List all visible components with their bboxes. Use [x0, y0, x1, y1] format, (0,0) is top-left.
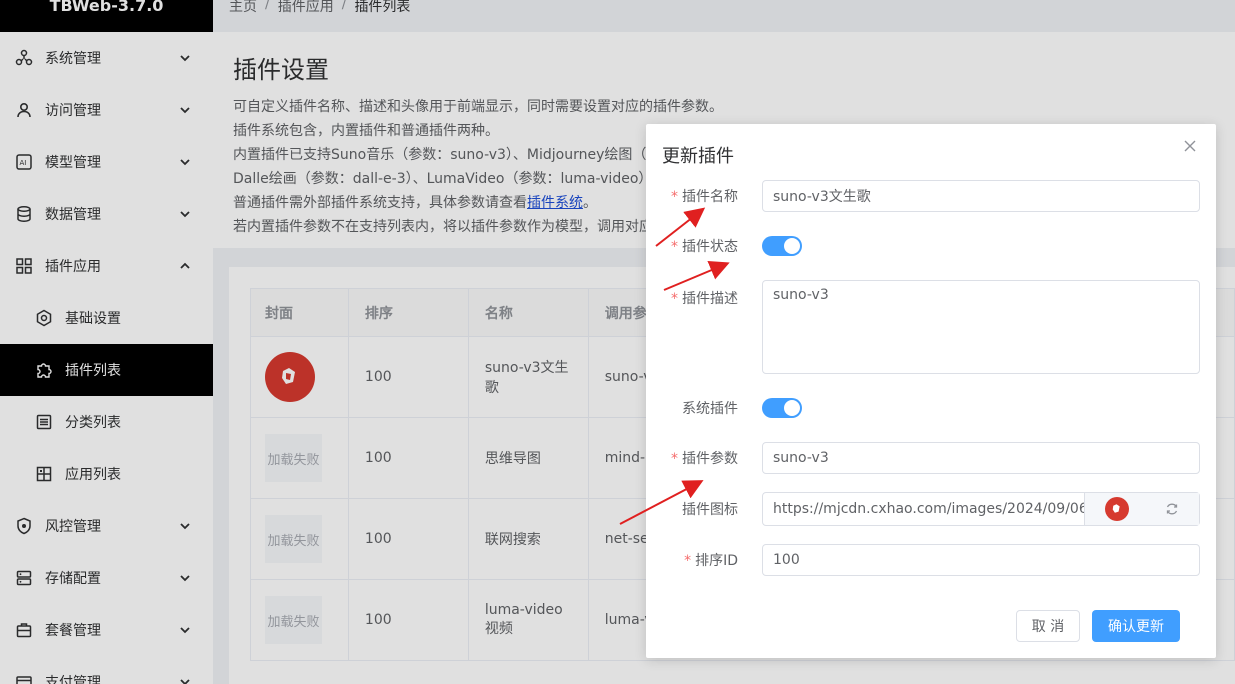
name-label: 插件名称: [682, 189, 738, 205]
system-label: 系统插件: [682, 401, 738, 417]
confirm-update-button[interactable]: 确认更新: [1092, 610, 1180, 642]
plugin-icon-url-input[interactable]: https://mjcdn.cxhao.com/images/2024/09/0…: [763, 493, 1085, 525]
form-row-status: * 插件状态: [646, 236, 1216, 256]
update-plugin-dialog: 更新插件 * 插件名称 suno-v3文生歌 * 插件状态 * 插件描述 suno-v…: [646, 124, 1216, 658]
close-icon[interactable]: [1182, 138, 1198, 154]
form-row-sort: * 排序ID 100: [646, 544, 1216, 576]
icon-append: [1085, 493, 1199, 525]
param-label: 插件参数: [682, 451, 738, 467]
form-row-name: * 插件名称 suno-v3文生歌: [646, 180, 1216, 212]
plugin-param-input[interactable]: suno-v3: [762, 442, 1200, 474]
icon-preview: [1105, 497, 1129, 521]
plugin-name-input[interactable]: suno-v3文生歌: [762, 180, 1200, 212]
sort-label: 排序ID: [695, 553, 738, 569]
switch-knob: [784, 238, 800, 254]
system-plugin-switch[interactable]: [762, 398, 802, 418]
plugin-icon-input-group: https://mjcdn.cxhao.com/images/2024/09/0…: [762, 492, 1200, 526]
plugin-status-switch[interactable]: [762, 236, 802, 256]
form-row-param: * 插件参数 suno-v3: [646, 442, 1216, 474]
icon-label: 插件图标: [682, 502, 738, 518]
cancel-button[interactable]: 取 消: [1016, 610, 1080, 642]
form-row-desc: * 插件描述 suno-v3: [646, 280, 1216, 374]
switch-knob: [784, 400, 800, 416]
dialog-title: 更新插件: [662, 146, 734, 167]
refresh-icon[interactable]: [1165, 502, 1179, 516]
desc-label: 插件描述: [682, 291, 738, 307]
sort-id-input[interactable]: 100: [762, 544, 1200, 576]
status-label: 插件状态: [682, 239, 738, 255]
plugin-desc-textarea[interactable]: suno-v3: [762, 280, 1200, 374]
form-row-system: 系统插件: [646, 398, 1216, 418]
form-row-icon: 插件图标 https://mjcdn.cxhao.com/images/2024…: [646, 492, 1216, 526]
